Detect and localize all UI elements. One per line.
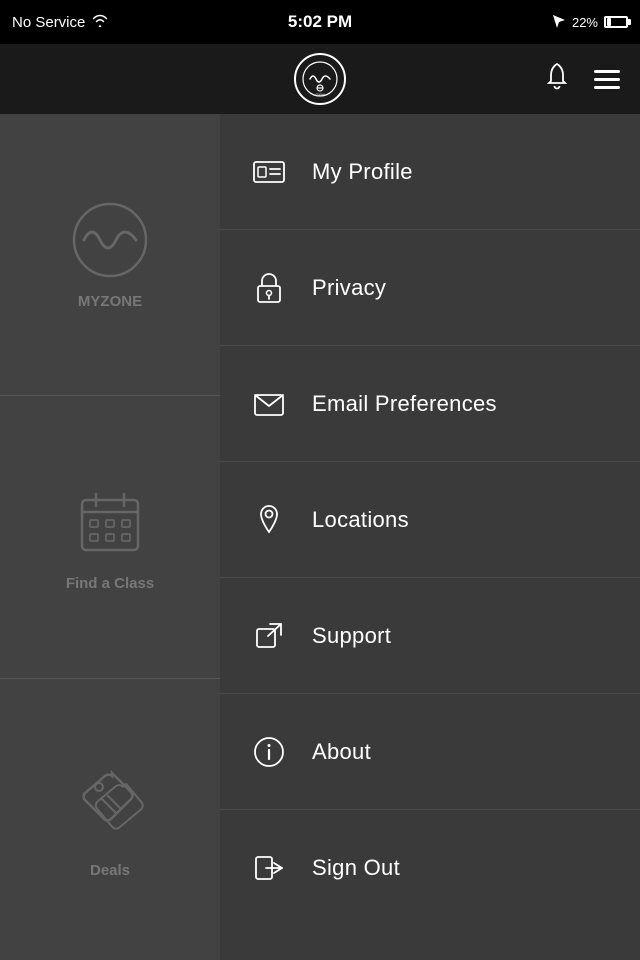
battery-icon xyxy=(604,16,628,28)
find-class-label: Find a Class xyxy=(66,575,154,592)
lock-icon xyxy=(250,269,288,307)
menu-item-support[interactable]: Support xyxy=(220,578,640,694)
info-circle-icon xyxy=(250,733,288,771)
sign-out-icon xyxy=(250,849,288,887)
hamburger-line-2 xyxy=(594,78,620,81)
locations-label: Locations xyxy=(312,507,409,533)
status-right: 22% xyxy=(552,14,628,31)
my-profile-label: My Profile xyxy=(312,159,413,185)
status-left: No Service xyxy=(12,13,109,32)
menu-item-locations[interactable]: Locations xyxy=(220,462,640,578)
id-card-icon xyxy=(250,153,288,191)
email-preferences-label: Email Preferences xyxy=(312,391,497,417)
deals-label: Deals xyxy=(90,862,130,879)
nav-bar: GYM xyxy=(0,44,640,114)
sign-out-label: Sign Out xyxy=(312,855,400,881)
myzone-icon xyxy=(70,200,150,285)
menu-item-privacy[interactable]: Privacy xyxy=(220,230,640,346)
app-logo: GYM xyxy=(294,53,346,105)
menu-item-sign-out[interactable]: Sign Out xyxy=(220,810,640,926)
deals-panel[interactable]: Deals xyxy=(0,679,220,960)
privacy-label: Privacy xyxy=(312,275,386,301)
menu-item-about[interactable]: About xyxy=(220,694,640,810)
hamburger-line-3 xyxy=(594,86,620,89)
about-label: About xyxy=(312,739,371,765)
menu-item-email-preferences[interactable]: Email Preferences xyxy=(220,346,640,462)
hamburger-menu-icon[interactable] xyxy=(594,70,620,89)
left-panels: MYZONE Find a Class xyxy=(0,114,220,960)
myzone-label: MYZONE xyxy=(78,293,142,310)
drawer-menu: My Profile Privacy Email P xyxy=(220,114,640,960)
status-time: 5:02 PM xyxy=(288,12,352,32)
deals-icon xyxy=(65,759,155,854)
find-class-panel[interactable]: Find a Class xyxy=(0,396,220,678)
status-bar: No Service 5:02 PM 22% xyxy=(0,0,640,44)
menu-item-my-profile[interactable]: My Profile xyxy=(220,114,640,230)
map-pin-icon xyxy=(250,501,288,539)
svg-text:GYM: GYM xyxy=(315,92,324,97)
nav-actions xyxy=(544,62,620,96)
myzone-panel[interactable]: MYZONE xyxy=(0,114,220,396)
wifi-icon xyxy=(91,13,109,32)
battery-percent: 22% xyxy=(572,15,598,30)
support-label: Support xyxy=(312,623,391,649)
main-content: MYZONE Find a Class xyxy=(0,114,640,960)
location-arrow-icon xyxy=(552,14,566,31)
external-link-icon xyxy=(250,617,288,655)
hamburger-line-1 xyxy=(594,70,620,73)
envelope-icon xyxy=(250,385,288,423)
no-service-text: No Service xyxy=(12,14,85,31)
calendar-icon xyxy=(70,482,150,567)
notifications-icon[interactable] xyxy=(544,62,570,96)
